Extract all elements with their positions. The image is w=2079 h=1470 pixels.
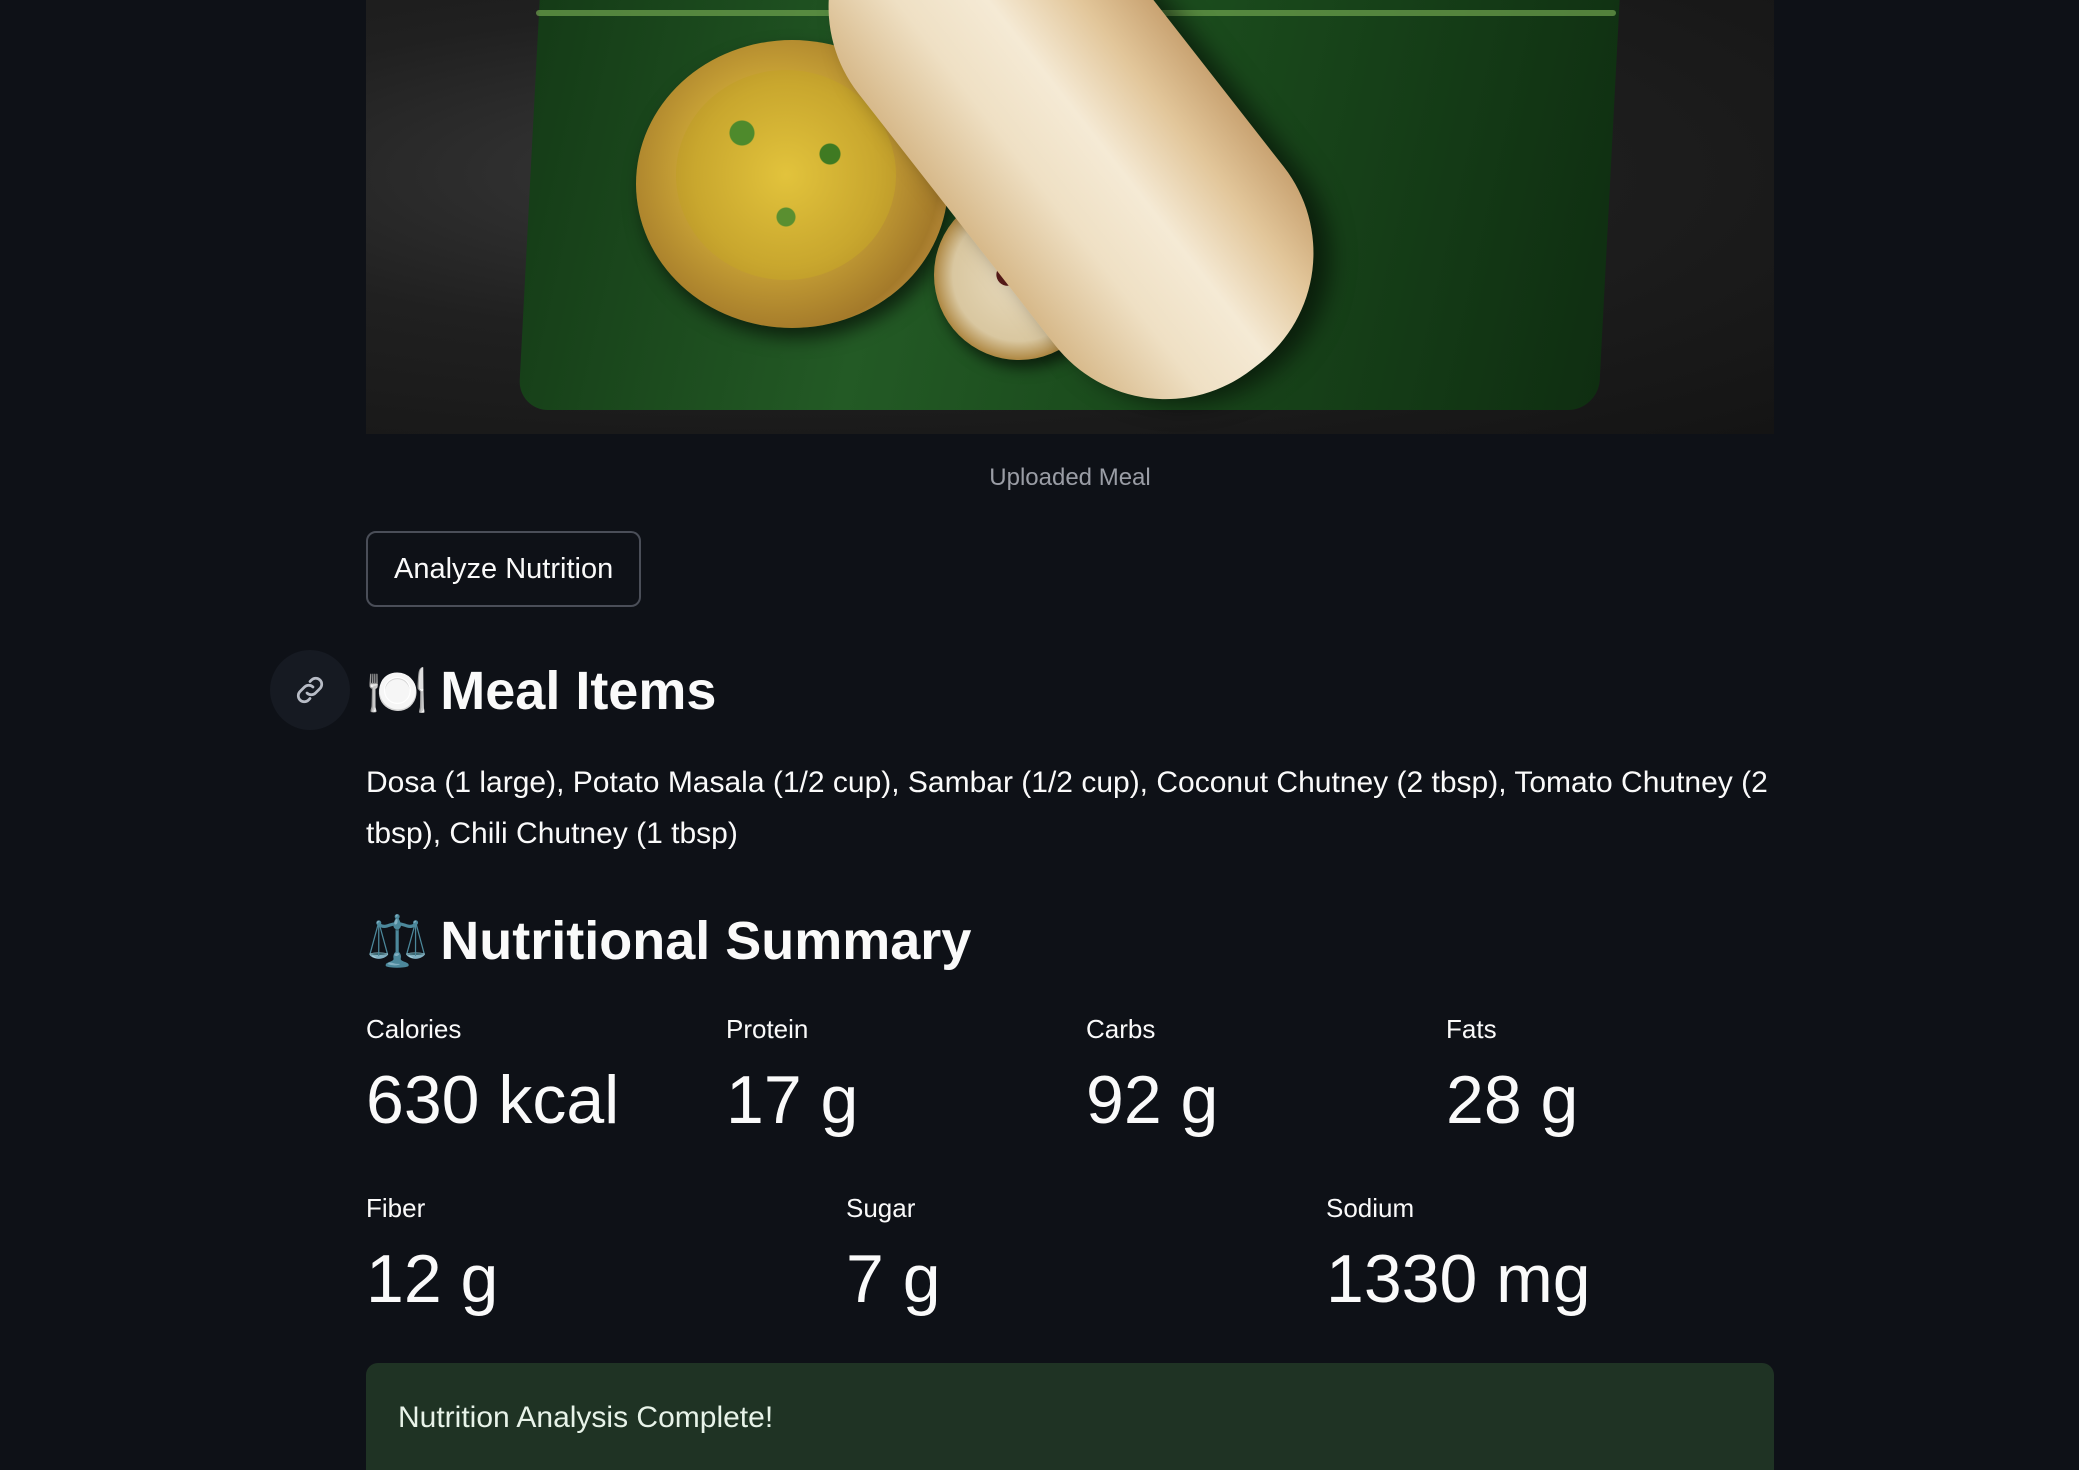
metric-label: Carbs (1086, 1014, 1156, 1044)
meal-items-heading: 🍽️ Meal Items (366, 664, 716, 718)
metric-value: 7 g (846, 1241, 941, 1317)
metric-fats: Fats 28 g (1446, 1016, 1578, 1134)
metric-sodium: Sodium 1330 mg (1326, 1195, 1591, 1313)
metric-label: Calories (366, 1014, 462, 1044)
meal-image (366, 0, 1774, 434)
image-caption: Uploaded Meal (989, 464, 1151, 491)
metric-value: 12 g (366, 1241, 499, 1317)
metric-fiber: Fiber 12 g (366, 1195, 498, 1313)
metric-label: Sugar (846, 1193, 916, 1223)
meal-items-list: Dosa (1 large), Potato Masala (1/2 cup),… (366, 766, 1768, 850)
metric-label: Protein (726, 1014, 809, 1044)
balance-scale-icon: ⚖️ (366, 913, 429, 969)
metric-value: 630 kcal (366, 1062, 620, 1138)
metric-value: 28 g (1446, 1062, 1579, 1138)
analyze-nutrition-button[interactable]: Analyze Nutrition (366, 531, 642, 607)
metric-label: Fats (1446, 1014, 1497, 1044)
plate-cutlery-icon: 🍽️ (366, 663, 429, 719)
nutritional-summary-heading: ⚖️ Nutritional Summary (366, 914, 971, 968)
metric-value: 92 g (1086, 1062, 1219, 1138)
metric-value: 1330 mg (1326, 1241, 1591, 1317)
metric-label: Sodium (1326, 1193, 1415, 1223)
app-page: Uploaded Meal Analyze Nutrition 🍽️ Meal … (0, 0, 2079, 1470)
meal-items-title: Meal Items (440, 661, 717, 721)
nutritional-summary-title: Nutritional Summary (440, 911, 972, 971)
metric-sugar: Sugar 7 g (846, 1195, 941, 1313)
success-message: Nutrition Analysis Complete! (398, 1401, 774, 1434)
metric-label: Fiber (366, 1193, 426, 1223)
success-alert: Nutrition Analysis Complete! (366, 1363, 1774, 1470)
link-icon[interactable] (270, 650, 350, 730)
metric-protein: Protein 17 g (726, 1016, 858, 1134)
metric-value: 17 g (726, 1062, 859, 1138)
metric-calories: Calories 630 kcal (366, 1016, 619, 1134)
main-content: Uploaded Meal Analyze Nutrition 🍽️ Meal … (366, 0, 1774, 1470)
metric-carbs: Carbs 92 g (1086, 1016, 1218, 1134)
